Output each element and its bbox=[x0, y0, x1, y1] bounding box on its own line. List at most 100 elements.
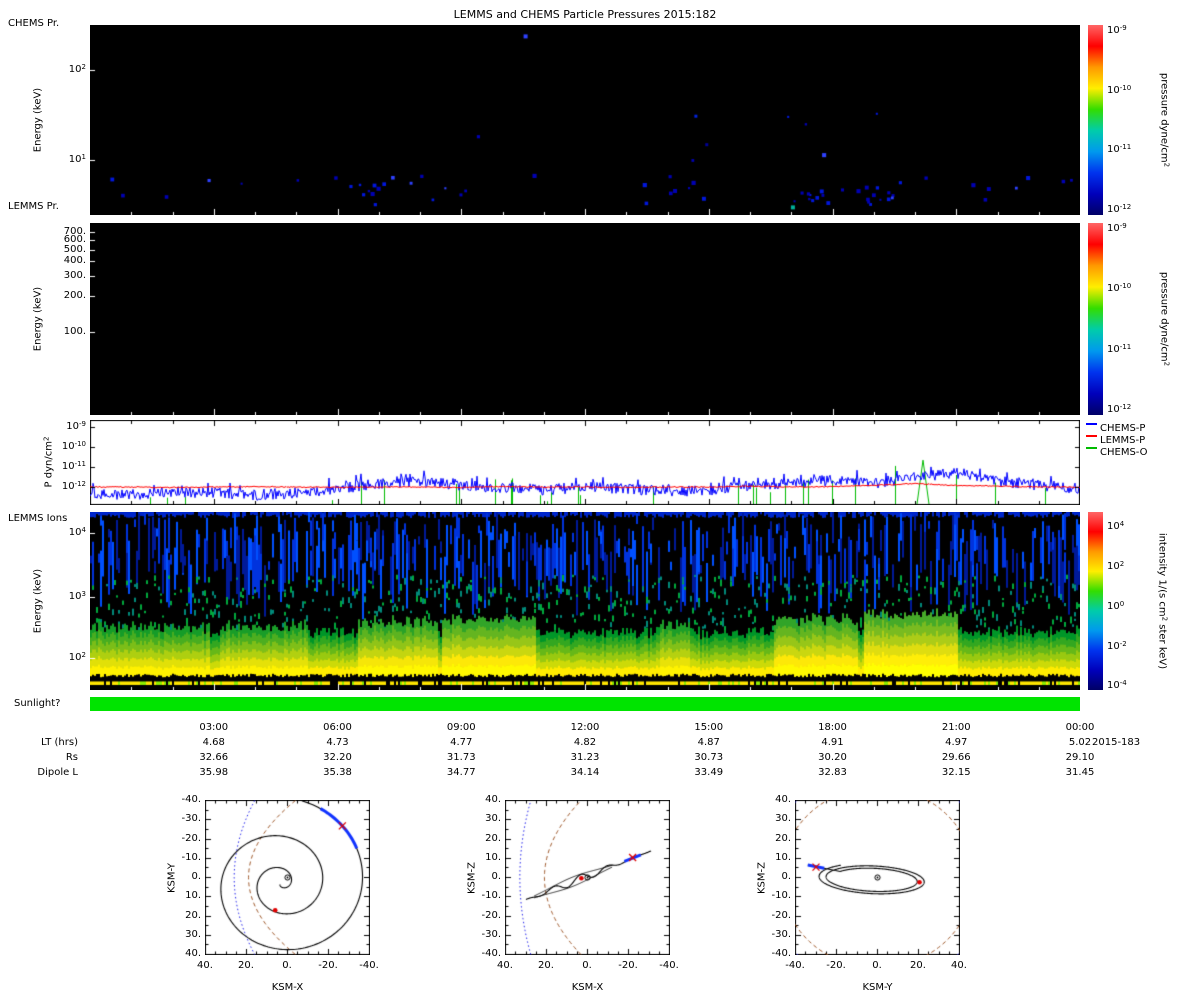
ephemeris-value: 4.77 bbox=[450, 737, 473, 748]
cb4-tick-label: 104 bbox=[1107, 520, 1125, 533]
chems-panel-label: CHEMS Pr. bbox=[8, 18, 60, 29]
orbit2-ytick-label: 30. bbox=[485, 813, 501, 825]
p2-ytick-label: 200. bbox=[63, 289, 86, 301]
legend-label: LEMMS-P bbox=[1100, 435, 1146, 446]
orbit2-ytick-label: -30. bbox=[481, 928, 501, 940]
orbit1-xlabel: KSM-X bbox=[271, 982, 304, 993]
sunlight-bar bbox=[90, 697, 1080, 711]
lemms-ions-spectrogram bbox=[90, 512, 1080, 690]
orbit1-ytick-label: -20. bbox=[181, 832, 201, 844]
time-tick-label: 18:00 bbox=[818, 722, 847, 733]
ephemeris-value: 31.73 bbox=[446, 752, 476, 763]
lemms-pressure-spectrogram bbox=[90, 223, 1080, 415]
ephemeris-value: 4.82 bbox=[573, 737, 597, 748]
chems-pressure-spectrogram bbox=[90, 25, 1080, 215]
orbit2-xtick-label: -20. bbox=[618, 960, 638, 971]
ephemeris-value: 30.20 bbox=[818, 752, 847, 763]
orbit3-ytick-label: -40. bbox=[771, 948, 791, 959]
colorbar-pressure-1 bbox=[1088, 25, 1103, 215]
orbit3-ytick-label: -20. bbox=[771, 909, 791, 921]
cb2-tick-label: 10-12 bbox=[1107, 403, 1132, 416]
cb2-tick-label: 10-11 bbox=[1107, 342, 1132, 355]
cb1-tick-label: 10-11 bbox=[1107, 143, 1132, 156]
orbit2-ytick-label: -20. bbox=[481, 909, 501, 921]
cb2-caption: pressure dyne/cm2 bbox=[1158, 271, 1171, 367]
time-tick-label: 00:00 bbox=[1065, 722, 1095, 733]
sunlight-label: Sunlight? bbox=[14, 698, 61, 709]
orbit1-xtick-label: 20. bbox=[238, 960, 254, 971]
cb4-tick-label: 10-2 bbox=[1107, 640, 1127, 653]
orbit2-xtick-label: 20. bbox=[538, 960, 554, 971]
ephemeris-value: 32.83 bbox=[818, 767, 847, 778]
legend-label: CHEMS-P bbox=[1100, 423, 1146, 434]
ephemeris-value: 5.02 bbox=[1068, 737, 1092, 748]
figure-title: LEMMS and CHEMS Particle Pressures 2015:… bbox=[453, 8, 717, 21]
orbit3-ytick-label: 20. bbox=[775, 832, 791, 844]
orbit1-ytick-label: 20. bbox=[185, 909, 201, 921]
orbit1-xtick-label: -40. bbox=[359, 960, 379, 971]
ephemeris-value: 29.10 bbox=[1065, 752, 1095, 763]
p2-ytick-label: 100. bbox=[63, 326, 86, 338]
ephemeris-value: 4.68 bbox=[202, 737, 225, 748]
p4-ytick-label: 104 bbox=[68, 526, 86, 538]
ephemeris-value: 35.38 bbox=[323, 767, 352, 778]
orbit3-xlabel: KSM-Y bbox=[862, 982, 893, 993]
cb1-caption: pressure dyne/cm2 bbox=[1158, 72, 1171, 168]
orbit-plot-ksmx-ksmz bbox=[505, 800, 670, 955]
legend-swatch bbox=[1086, 423, 1097, 425]
time-tick-label: 09:00 bbox=[446, 722, 476, 733]
cb2-tick-label: 10-9 bbox=[1107, 221, 1127, 234]
cb2-tick-label: 10-10 bbox=[1107, 282, 1132, 295]
orbit2-ytick-label: 20. bbox=[485, 832, 501, 844]
ephemeris-row-label: Rs bbox=[65, 752, 78, 763]
ephemeris-value: 31.45 bbox=[1065, 767, 1095, 778]
time-tick-label: 15:00 bbox=[694, 722, 724, 733]
cb1-tick-label: 10-12 bbox=[1107, 203, 1132, 216]
orbit3-xtick-label: -20. bbox=[826, 960, 846, 971]
ephemeris-row-label: LT (hrs) bbox=[41, 737, 78, 748]
orbit1-xtick-label: 0. bbox=[282, 960, 292, 971]
orbit3-ytick-label: -30. bbox=[771, 928, 791, 940]
cb4-tick-label: 10-4 bbox=[1107, 678, 1127, 691]
p1-ytick-label: 102 bbox=[68, 63, 86, 76]
pressure-line-plot bbox=[90, 420, 1080, 505]
orbit2-xlabel: KSM-X bbox=[571, 982, 604, 993]
cb4-caption: intensity 1/(s cm2 ster keV) bbox=[1156, 532, 1169, 670]
orbit2-ylabel: KSM-Z bbox=[466, 861, 478, 894]
time-tick-label: 03:00 bbox=[199, 722, 229, 733]
colorbar-intensity bbox=[1088, 512, 1103, 690]
lemms-ions-panel-label: LEMMS Ions bbox=[8, 513, 68, 524]
legend-label: CHEMS-O bbox=[1100, 447, 1148, 458]
orbit1-ytick-label: 40. bbox=[185, 948, 201, 959]
orbit2-xtick-label: -40. bbox=[659, 960, 679, 971]
ephemeris-value: 29.66 bbox=[941, 752, 971, 763]
p2-ytick-label: 400. bbox=[63, 255, 86, 267]
orbit1-ytick-label: -30. bbox=[181, 813, 201, 825]
p1-ylabel: Energy (keV) bbox=[32, 87, 44, 153]
orbit2-xtick-label: 40. bbox=[497, 960, 513, 971]
cb4-tick-label: 100 bbox=[1107, 600, 1125, 613]
orbit1-ylabel: KSM-Y bbox=[166, 862, 178, 893]
p3-ytick-label: 10-10 bbox=[61, 440, 86, 453]
ephemeris-value: 32.20 bbox=[323, 752, 352, 763]
orbit3-xtick-label: 40. bbox=[951, 960, 967, 971]
p4-ytick-label: 102 bbox=[68, 650, 86, 663]
time-tick-label: 12:00 bbox=[570, 722, 600, 733]
legend-swatch bbox=[1086, 435, 1097, 437]
ephemeris-value: 4.91 bbox=[821, 737, 844, 748]
figure: LEMMS and CHEMS Particle Pressures 2015:… bbox=[0, 0, 1200, 1000]
ephemeris-value: 33.49 bbox=[694, 767, 724, 778]
orbit3-ytick-label: 40. bbox=[775, 794, 791, 805]
ephemeris-value: 35.98 bbox=[199, 767, 229, 778]
ephemeris-value: 31.23 bbox=[570, 752, 600, 763]
orbit3-xtick-label: 20. bbox=[910, 960, 926, 971]
lemms-panel-label: LEMMS Pr. bbox=[8, 201, 59, 212]
orbit3-ylabel: KSM-Z bbox=[756, 861, 768, 894]
ephemeris-row-label: Dipole L bbox=[37, 767, 78, 778]
orbit-plot-ksmy-ksmz bbox=[795, 800, 960, 955]
orbit3-xtick-label: -40. bbox=[785, 960, 805, 971]
orbit2-xtick-label: 0. bbox=[582, 960, 592, 971]
time-tick-label: 21:00 bbox=[941, 722, 971, 733]
p3-ytick-label: 10-11 bbox=[61, 460, 86, 472]
orbit1-xtick-label: -20. bbox=[318, 960, 338, 971]
